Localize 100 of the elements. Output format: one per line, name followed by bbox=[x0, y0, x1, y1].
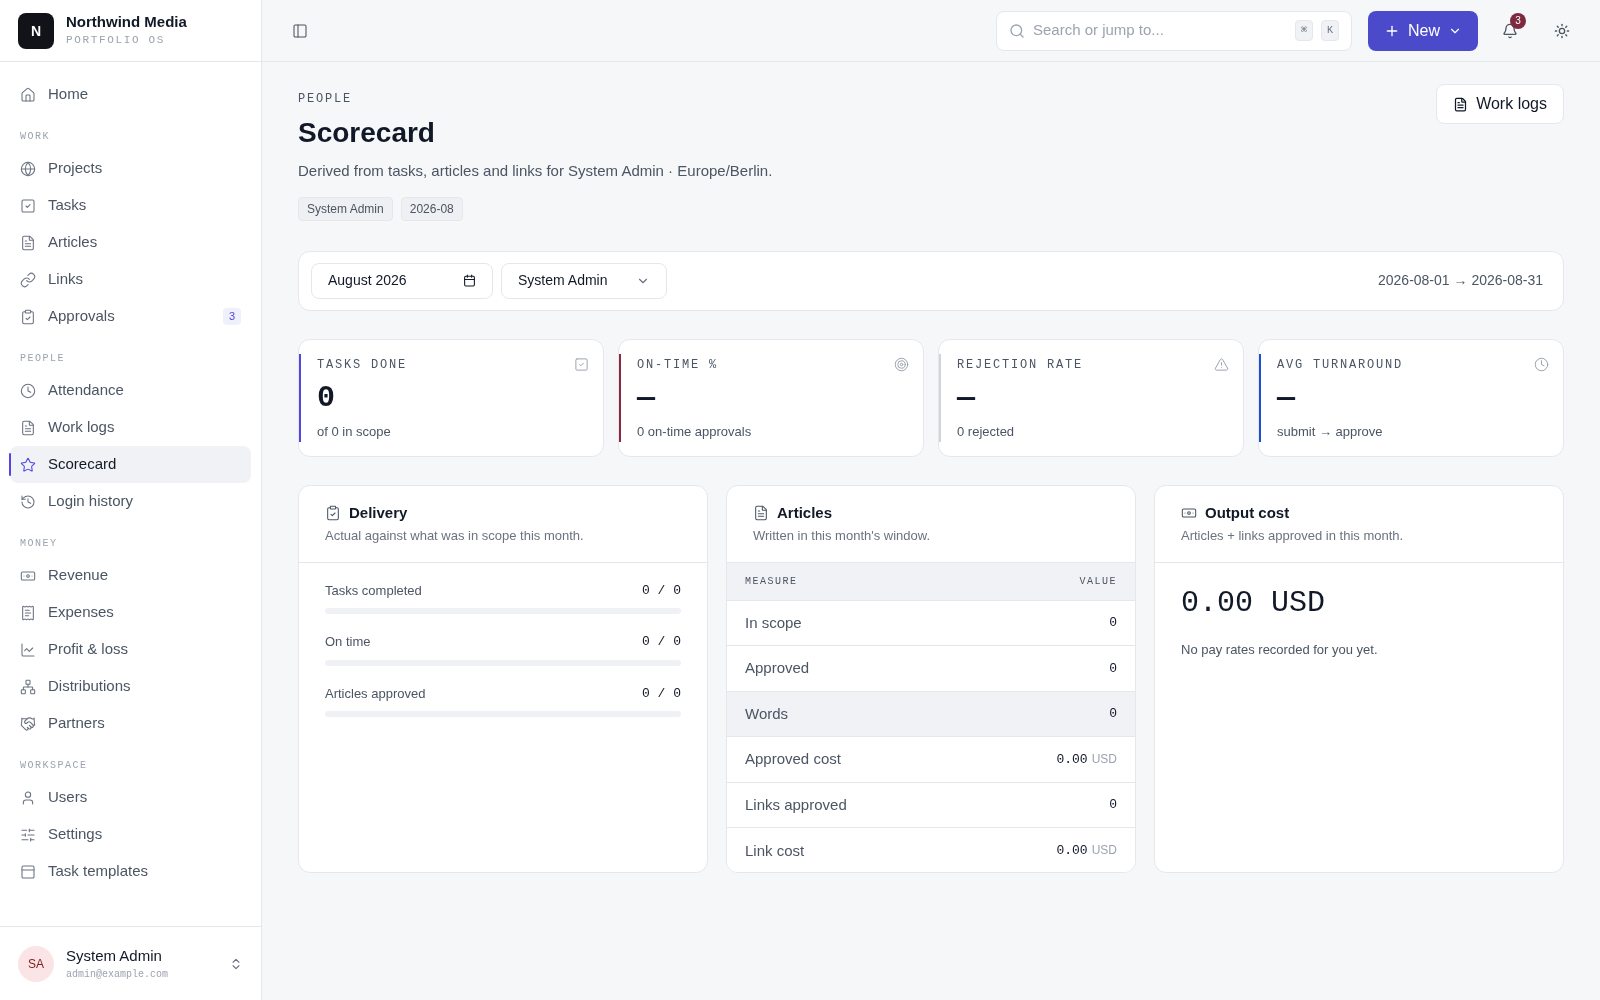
stat-label: REJECTION RATE bbox=[957, 356, 1084, 374]
progress-label: Articles approved bbox=[325, 684, 426, 703]
document-icon bbox=[1453, 96, 1469, 112]
stat-note: 0 rejected bbox=[957, 422, 1016, 441]
warning-icon bbox=[1214, 357, 1229, 372]
clock-icon bbox=[1534, 357, 1549, 372]
brand-name: Northwind Media bbox=[66, 12, 187, 33]
nav-section-label: MONEY bbox=[19, 537, 59, 551]
shortcut-key: ⌘ bbox=[1294, 20, 1313, 41]
stat-note: submit → approve bbox=[1277, 422, 1384, 441]
card-subtitle: Written in this month's window. bbox=[753, 527, 932, 545]
progress-label: Tasks completed bbox=[325, 581, 422, 600]
nav-item[interactable]: Distributions bbox=[10, 668, 251, 705]
table-cell-text: 0.00 bbox=[1056, 842, 1088, 860]
document-icon bbox=[20, 234, 36, 251]
page-title: Scorecard bbox=[298, 116, 436, 150]
theme-toggle-icon[interactable] bbox=[1554, 22, 1570, 39]
card-title: Output cost bbox=[1205, 502, 1290, 523]
line-chart-icon bbox=[20, 641, 36, 658]
card-title: Articles bbox=[777, 502, 833, 523]
nav-item[interactable]: Scorecard bbox=[10, 446, 251, 483]
card-subtitle: Actual against what was in scope this month. bbox=[325, 527, 585, 545]
user-icon bbox=[20, 789, 36, 806]
page-subtitle: Derived from tasks, articles and links for System Admin · Europe/Berlin. bbox=[298, 161, 773, 181]
nav-item[interactable]: Projects bbox=[10, 150, 251, 187]
nav-section-label: WORKSPACE bbox=[19, 759, 89, 773]
output-amount: 0.00 USD bbox=[1181, 584, 1327, 622]
table-cell-text: Link cost bbox=[745, 840, 805, 861]
user-avatar: SA bbox=[18, 945, 54, 982]
checkbox-icon bbox=[574, 357, 589, 372]
nav-item[interactable]: Expenses bbox=[10, 594, 251, 631]
nav-item[interactable]: Approvals 3 bbox=[10, 298, 251, 335]
stat-value: 0 bbox=[317, 379, 336, 417]
table-cell-text: 0.00 bbox=[1056, 750, 1088, 769]
nav-item[interactable]: Links bbox=[10, 261, 251, 298]
nav-badge: 3 bbox=[222, 308, 241, 325]
home-icon bbox=[20, 86, 36, 103]
notification-bell-icon[interactable] bbox=[1502, 22, 1518, 39]
clock-icon bbox=[20, 382, 36, 399]
column-header: VALUE bbox=[1079, 574, 1117, 589]
progress-value: 0 / 0 bbox=[642, 633, 681, 651]
person-select[interactable]: System Admin bbox=[501, 262, 667, 299]
checkbox-icon bbox=[20, 197, 36, 214]
work-logs-button[interactable]: Work logs bbox=[1436, 84, 1564, 124]
brand-logo: N bbox=[18, 12, 54, 49]
link-icon bbox=[20, 271, 36, 288]
tag: 2026-08 bbox=[400, 196, 463, 221]
progress-label: On time bbox=[325, 633, 371, 651]
history-icon bbox=[20, 493, 36, 510]
table-cell-text: Words bbox=[745, 703, 789, 724]
search-bar[interactable]: Search or jump to... ⌘ K bbox=[996, 10, 1352, 51]
page-eyebrow: PEOPLE bbox=[298, 91, 353, 108]
nav-item[interactable]: Revenue bbox=[10, 557, 251, 594]
nav-item[interactable]: Settings bbox=[10, 816, 251, 853]
stat-note: 0 on-time approvals bbox=[637, 422, 753, 441]
stat-value: — bbox=[1277, 379, 1296, 417]
stat-label: AVG TURNAROUND bbox=[1277, 356, 1404, 374]
table-cell-text: Approved bbox=[745, 658, 810, 678]
tag: System Admin bbox=[298, 196, 393, 221]
month-picker[interactable]: August 2026 bbox=[311, 262, 493, 299]
nav-section-label: WORK bbox=[19, 130, 51, 144]
nav-item[interactable]: Tasks bbox=[10, 187, 251, 224]
target-icon bbox=[894, 357, 909, 372]
column-header: MEASURE bbox=[745, 574, 798, 589]
nav-item[interactable]: Partners bbox=[10, 705, 251, 742]
nav-item[interactable]: Work logs bbox=[10, 409, 251, 446]
user-email: admin@example.com bbox=[66, 968, 170, 983]
clipboard-check-icon bbox=[20, 308, 36, 325]
sidebar-toggle-icon[interactable] bbox=[292, 22, 308, 39]
network-icon bbox=[20, 678, 36, 695]
stat-value: — bbox=[637, 379, 656, 417]
table-cell-text: 0 bbox=[1109, 659, 1117, 678]
nav-item[interactable]: Attendance bbox=[10, 372, 251, 409]
output-note: No pay rates recorded for you yet. bbox=[1181, 640, 1379, 659]
clipboard-check-icon bbox=[325, 504, 341, 521]
search-input[interactable]: Search or jump to... bbox=[1033, 19, 1287, 42]
new-button[interactable]: New bbox=[1368, 10, 1478, 51]
nav-item[interactable]: Users bbox=[10, 779, 251, 816]
table-cell-text: 0 bbox=[1109, 705, 1117, 723]
card-subtitle: Articles + links approved in this month. bbox=[1181, 527, 1405, 545]
nav-item[interactable]: Profit & loss bbox=[10, 631, 251, 668]
nav-item[interactable]: Home bbox=[10, 76, 251, 113]
stat-note: of 0 in scope bbox=[317, 422, 392, 441]
progress-value: 0 / 0 bbox=[642, 581, 681, 600]
card-title: Delivery bbox=[349, 502, 408, 523]
notification-badge: 3 bbox=[1510, 12, 1526, 29]
unit-label: USD bbox=[1091, 750, 1117, 768]
nav-item[interactable]: Articles bbox=[10, 224, 251, 261]
stat-label: ON-TIME % bbox=[637, 356, 718, 374]
star-icon bbox=[20, 456, 36, 473]
unit-label: USD bbox=[1091, 842, 1117, 859]
progress-value: 0 / 0 bbox=[642, 684, 681, 703]
brand-tagline: PORTFOLIO OS bbox=[66, 33, 166, 49]
stat-value: — bbox=[957, 379, 976, 417]
nav-item[interactable]: Task templates bbox=[10, 853, 251, 890]
nav-item[interactable]: Login history bbox=[10, 483, 251, 520]
nav-section-label: PEOPLE bbox=[19, 352, 66, 366]
user-name: System Admin bbox=[66, 945, 163, 966]
table-cell-text: Links approved bbox=[745, 794, 847, 815]
document-icon bbox=[20, 419, 36, 436]
